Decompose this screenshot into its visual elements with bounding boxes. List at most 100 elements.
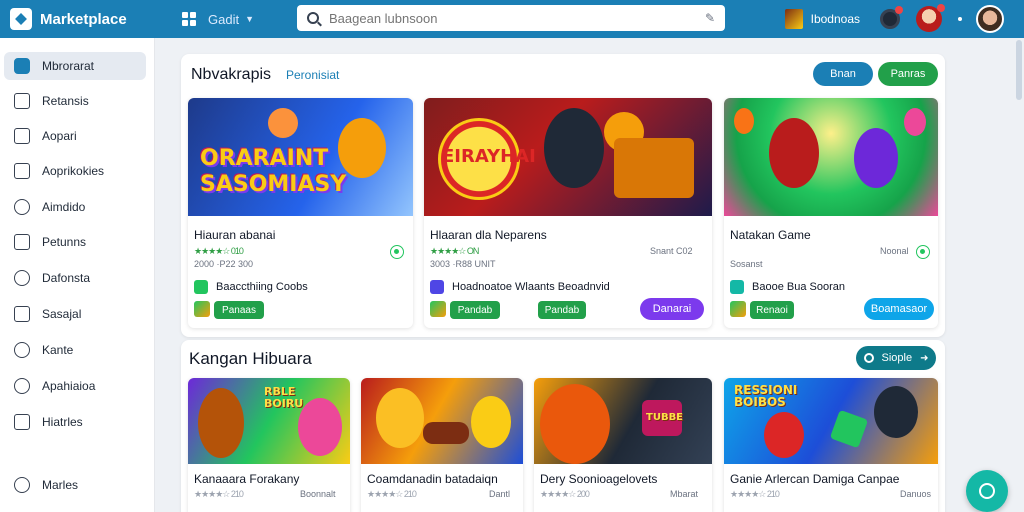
sidebar-footer-item[interactable]: Marles [4, 471, 146, 499]
sidebar-item-label: Aimdido [42, 200, 86, 214]
action-button[interactable]: Danarai [640, 298, 704, 320]
tag-badge[interactable]: Renaoi [750, 301, 794, 319]
app-icon [430, 301, 446, 317]
sidebar-item-9[interactable]: Apahiaioa [4, 372, 146, 400]
sidebar-item-label: Kante [42, 343, 74, 357]
sidebar-item-0[interactable]: Mbrorarat [4, 52, 146, 80]
pen-icon[interactable]: ✎ [705, 11, 715, 25]
game-card[interactable]: Coamdanadin batadaiqn ★★★★☆ 210 Dantl [361, 378, 523, 512]
sidebar-item-7[interactable]: Sasajal [4, 300, 146, 328]
shield-icon [14, 199, 30, 215]
rating: ★★★★☆ 210 [730, 489, 780, 499]
game-artwork [724, 98, 938, 216]
card-side-meta: Boonnalt [300, 489, 336, 499]
settings-icon [863, 353, 874, 363]
secondary-button[interactable]: Panras [878, 62, 938, 86]
developer-row[interactable]: Hoadnoatoe Wlaants Beoadnvid [430, 280, 610, 294]
search-input[interactable] [329, 10, 705, 26]
sidebar-item-2[interactable]: Aopari [4, 122, 146, 150]
home-icon [14, 93, 30, 109]
tag-badge[interactable]: Pandab [450, 301, 500, 319]
help-icon [979, 483, 995, 499]
developer-icon [430, 280, 444, 294]
sidebar-item-6[interactable]: Dafonsta [4, 264, 146, 292]
sidebar-item-4[interactable]: Aimdido [4, 193, 146, 221]
artwork-text: RESSIONI BOIBOS [734, 383, 798, 409]
sidebar-item-10[interactable]: Hiatrles [4, 408, 146, 436]
section-button-label: Siople [881, 352, 913, 364]
tag-badge[interactable]: Pandab [538, 301, 586, 319]
sidebar-item-5[interactable]: Petunns [4, 228, 146, 256]
developer-icon [730, 280, 744, 294]
store-icon [14, 58, 30, 74]
search-box[interactable]: ✎ [297, 5, 725, 31]
app-icon [730, 301, 746, 317]
category-section: Kangan Hibuara Siople ➜ RBLE BOIRU Kanaa… [181, 340, 945, 512]
game-card[interactable]: ORARAINT SASOMIASY Hiauran abanai ★★★★☆ … [188, 98, 413, 328]
profile-avatar[interactable] [976, 5, 1004, 33]
user-name[interactable]: Ibodnoas [811, 12, 860, 26]
developer-row[interactable]: Baooe Bua Sooran [730, 280, 845, 294]
game-artwork [361, 378, 523, 464]
tag-badge[interactable]: Panaas [214, 301, 264, 319]
play-icon[interactable] [916, 245, 930, 259]
category-label: Gadit [208, 11, 240, 27]
section-title: Kangan Hibuara [189, 349, 312, 368]
play-icon[interactable] [390, 245, 404, 259]
sidebar-item-3[interactable]: Aoprikokies [4, 157, 146, 185]
edit-icon [14, 163, 30, 179]
game-card[interactable]: TUBBE Dery Soonioagelovets ★★★★☆ 200 Mba… [534, 378, 712, 512]
game-artwork: ORARAINT SASOMIASY [188, 98, 413, 216]
game-card[interactable]: RBLE BOIRU Kanaaara Forakany ★★★★☆ 210 B… [188, 378, 350, 512]
sidebar-item-8[interactable]: Kante [4, 336, 146, 364]
notifications-icon[interactable] [880, 6, 903, 29]
game-card[interactable]: RESSIONI BOIBOS Ganie Arlercan Damiga Ca… [724, 378, 938, 512]
rating: ★★★★☆ 200 [540, 489, 590, 499]
chart-icon [14, 234, 30, 250]
apps-icon [14, 414, 30, 430]
sidebar-item-label: Sasajal [42, 307, 82, 321]
card-side-meta: Mbarat [670, 489, 699, 499]
folder-icon [14, 128, 30, 144]
sidebar-item-label: Retansis [42, 94, 89, 108]
rating: ★★★★☆ 210 [367, 489, 417, 499]
card-title: Dery Soonioagelovets [540, 472, 658, 486]
artwork-text: ORARAINT SASOMIASY [200, 146, 347, 197]
sidebar-item-label: Petunns [42, 235, 87, 249]
info-icon [14, 342, 30, 358]
avatar[interactable] [916, 4, 945, 32]
featured-section: Nbvakrapis Peronisiat Bnan Panras ORARAI… [181, 54, 945, 337]
section-button[interactable]: Siople ➜ [856, 346, 936, 370]
app-title: Marketplace [40, 10, 127, 28]
sidebar-item-label: Mbrorarat [42, 59, 95, 73]
card-side-meta: Danuos [900, 489, 932, 499]
game-card[interactable]: Natakan Game Sosanst Noonal Baooe Bua So… [724, 98, 938, 328]
brand[interactable]: Marketplace [0, 8, 160, 30]
gear-icon [14, 378, 30, 394]
primary-button[interactable]: Bnan [813, 62, 873, 86]
card-side-meta: Dantl [489, 489, 511, 499]
arrow-right-icon: ➜ [920, 352, 929, 364]
help-button[interactable] [966, 470, 1008, 512]
sidebar-item-label: Aoprikokies [42, 164, 105, 178]
game-card[interactable]: EIRAYHAI Hlaaran dla Neparens ★★★★☆ ON 3… [424, 98, 712, 328]
game-thumbnail-icon[interactable] [784, 9, 803, 29]
developer-icon [194, 280, 208, 294]
rating: ★★★★☆ ON [430, 246, 479, 256]
top-bar: Marketplace Gadit ▼ ✎ Ibodnoas [0, 0, 1024, 38]
sidebar-item-1[interactable]: Retansis [4, 87, 146, 115]
sidebar-item-label: Dafonsta [42, 271, 91, 285]
action-button[interactable]: Boamasaor [864, 298, 934, 320]
cube-logo-icon [10, 8, 32, 30]
search-icon [307, 12, 319, 24]
artwork-text: TUBBE [646, 412, 684, 423]
scrollbar[interactable] [1016, 40, 1022, 100]
game-artwork: TUBBE [534, 378, 712, 464]
category-dropdown[interactable]: Gadit ▼ [182, 12, 254, 27]
card-side-meta: Noonal [880, 246, 909, 256]
section-link[interactable]: Peronisiat [286, 68, 339, 82]
sidebar-item-label: Aopari [42, 129, 77, 143]
sidebar-item-label: Marles [42, 478, 79, 492]
app-icon [194, 301, 210, 317]
developer-row[interactable]: Baaccthiing Coobs [194, 280, 308, 294]
